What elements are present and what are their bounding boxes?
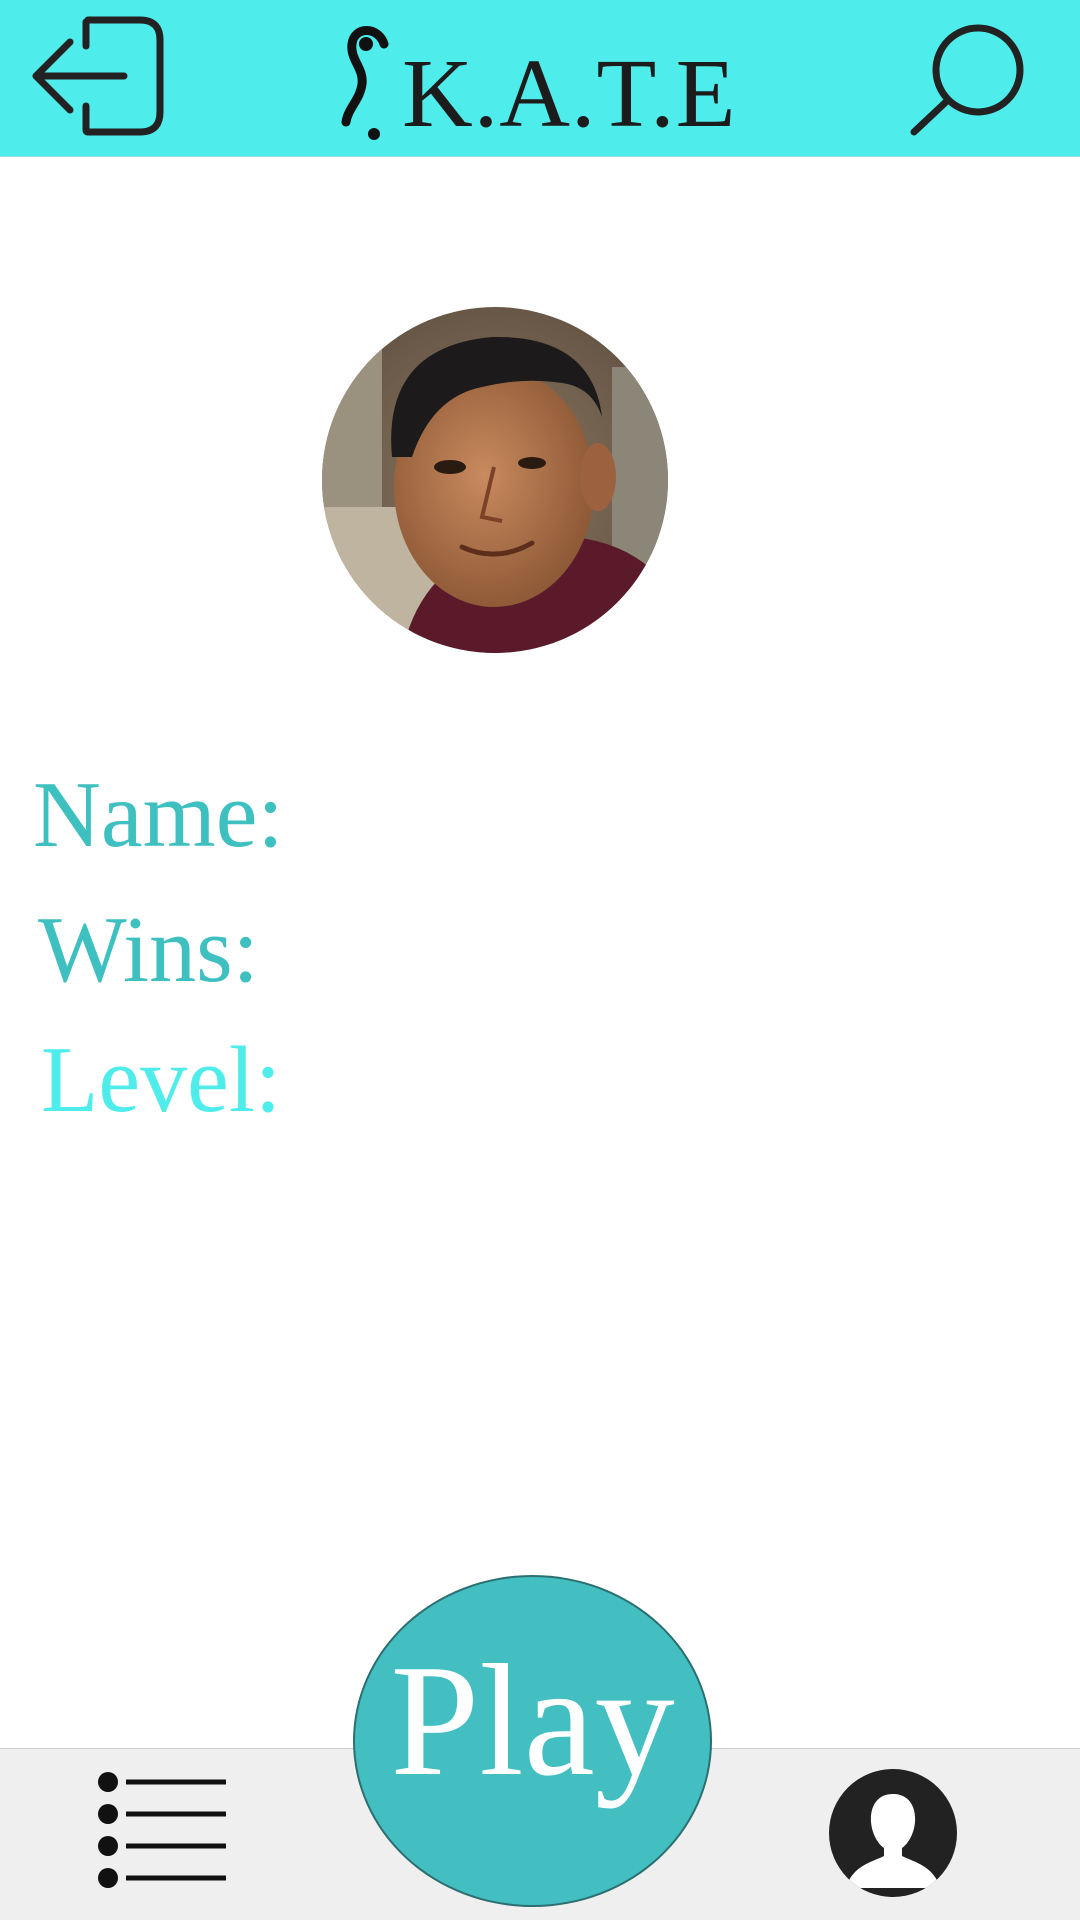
profile-photo [322, 307, 668, 653]
app-logo: K.A.T.E [330, 18, 770, 148]
wins-label: Wins: [38, 898, 259, 1002]
app-screen: K.A.T.E Name: Wins: Level: Play [0, 0, 1080, 1920]
play-button[interactable]: Play [353, 1575, 712, 1907]
profile-avatar [322, 307, 668, 653]
search-icon [910, 24, 1024, 136]
logo-text: K.A.T.E [402, 40, 737, 148]
logout-icon [32, 16, 164, 136]
list-menu-icon [98, 1772, 226, 1888]
level-label: Level: [41, 1028, 282, 1132]
logout-button[interactable] [26, 14, 166, 138]
top-app-bar: K.A.T.E [0, 0, 1080, 157]
skater-logo-icon [341, 26, 389, 140]
search-button[interactable] [908, 20, 1034, 136]
menu-list-button[interactable] [96, 1770, 230, 1890]
user-profile-icon [829, 1769, 957, 1897]
play-button-label: Play [390, 1631, 675, 1809]
profile-nav-button[interactable] [828, 1768, 958, 1898]
name-label: Name: [33, 763, 284, 867]
